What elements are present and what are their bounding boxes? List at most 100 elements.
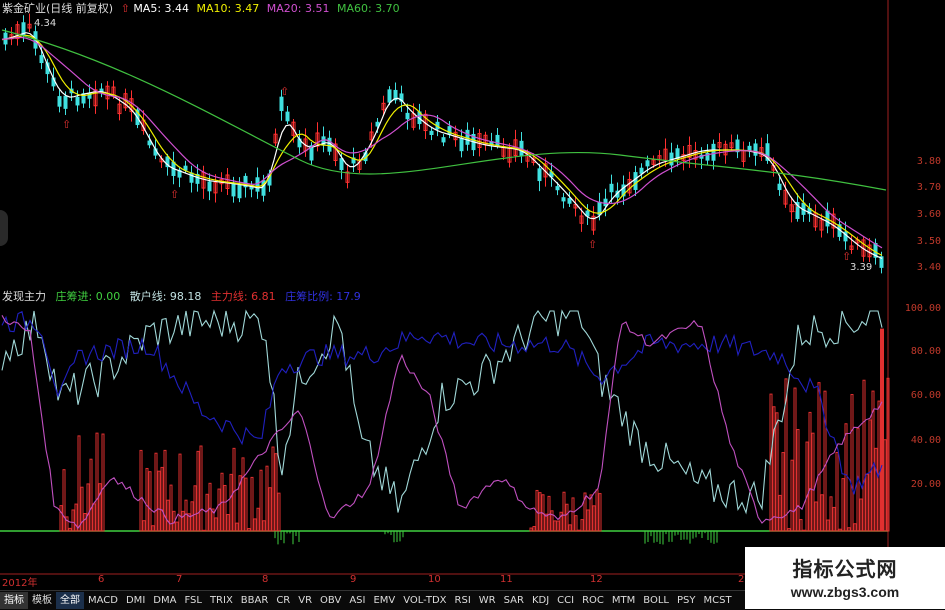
histogram-bar — [823, 390, 827, 532]
price-chart[interactable]: ⇧ ⇧ ⇧ ⇧ ⇧ ⇧ — [0, 0, 945, 285]
candle-body — [375, 121, 380, 127]
tab-indicator[interactable]: 指标 — [0, 592, 28, 609]
histogram-bar — [577, 529, 581, 532]
candle-body — [231, 182, 236, 197]
tab-fsl[interactable]: FSL — [180, 592, 206, 609]
histogram-bar — [553, 520, 557, 532]
histogram-bar — [859, 498, 863, 532]
low-price-label: 3.39 — [850, 262, 873, 273]
tab-cci[interactable]: CCI — [553, 592, 578, 609]
candle-body — [75, 96, 80, 106]
indicator-value: 散户线: 98.18 — [129, 290, 202, 303]
histogram-bar — [232, 447, 236, 532]
tab-boll[interactable]: BOLL — [639, 592, 673, 609]
arrow-up-icon: ⇧ — [120, 2, 130, 15]
tab-vr[interactable]: VR — [294, 592, 316, 609]
date-label: 10 — [428, 574, 441, 585]
tab-psy[interactable]: PSY — [673, 592, 700, 609]
watermark-title: 指标公式网 — [792, 557, 898, 581]
histogram-bar — [847, 527, 851, 532]
histogram-bar — [89, 458, 93, 532]
histogram-bar — [550, 510, 554, 532]
candle-body — [339, 158, 344, 171]
histogram-bar — [202, 529, 206, 532]
candle-body — [639, 167, 644, 174]
ma10-label: MA10: 3.47 — [196, 2, 260, 15]
tab-macd[interactable]: MACD — [84, 592, 122, 609]
ma20-label: MA20: 3.51 — [266, 2, 330, 15]
candle-body — [285, 111, 290, 122]
indicator-chart[interactable] — [0, 285, 945, 575]
histogram-bar — [98, 483, 102, 532]
histogram-bar — [880, 328, 884, 531]
indicator-tick: 80.00 — [910, 346, 941, 357]
tab-roc[interactable]: ROC — [578, 592, 608, 609]
histogram-bar — [101, 433, 105, 532]
histogram-bar — [592, 505, 596, 532]
indicator-value: 庄筹比例: 17.9 — [285, 290, 361, 303]
candle-body — [495, 134, 500, 146]
tab-obv[interactable]: OBV — [316, 592, 345, 609]
tab-cr[interactable]: CR — [272, 592, 294, 609]
candle-body — [567, 198, 572, 204]
histogram-bar — [883, 439, 887, 532]
date-label: 9 — [350, 574, 357, 585]
date-label: 12 — [590, 574, 603, 585]
histogram-bar — [95, 432, 99, 532]
histogram-bar — [565, 503, 569, 532]
histogram-bar — [778, 494, 782, 532]
indicator-header: 发现主力 庄筹进: 0.00 散户线: 98.18 主力线: 6.81 庄筹比例… — [2, 290, 361, 304]
histogram-bar — [829, 496, 833, 532]
histogram-bar — [556, 520, 560, 532]
histogram-bar — [598, 493, 602, 532]
histogram-bar — [529, 527, 533, 532]
price-tick: 3.60 — [916, 209, 941, 220]
tab-asi[interactable]: ASI — [345, 592, 369, 609]
histogram-bar — [538, 492, 542, 532]
histogram-bar — [151, 525, 155, 532]
date-label: 11 — [500, 574, 513, 585]
date-label: 6 — [98, 574, 105, 585]
histogram-bar — [256, 507, 260, 532]
histogram-bar — [589, 494, 593, 532]
histogram-bar — [92, 503, 96, 532]
histogram-bar — [160, 466, 164, 532]
candle-body — [609, 183, 614, 193]
tab-kdj[interactable]: KDJ — [528, 592, 553, 609]
price-tick: 3.80 — [916, 156, 941, 167]
date-label: 2012年 — [2, 578, 38, 589]
tab-rsi[interactable]: RSI — [451, 592, 475, 609]
candle-body — [57, 96, 62, 107]
tab-template[interactable]: 模板 — [28, 592, 56, 609]
histogram-bar — [844, 423, 848, 532]
histogram-bar — [145, 467, 149, 532]
histogram-bar — [181, 510, 185, 532]
tab-wr[interactable]: WR — [475, 592, 500, 609]
tab-dma[interactable]: DMA — [149, 592, 180, 609]
histogram-bar — [775, 412, 779, 532]
tab-mtm[interactable]: MTM — [608, 592, 639, 609]
high-price-label: 4.34 — [34, 18, 57, 29]
tab-all[interactable]: 全部 — [56, 592, 84, 609]
histogram-bar — [184, 499, 188, 532]
ma60-line — [1, 29, 887, 191]
tab-dmi[interactable]: DMI — [122, 592, 149, 609]
histogram-bar — [865, 473, 869, 532]
signal-arrow-icon: ⇧ — [280, 85, 289, 98]
histogram-bar — [65, 516, 69, 532]
histogram-bar — [274, 453, 278, 532]
tab-emv[interactable]: EMV — [369, 592, 399, 609]
sidebar-toggle-handle[interactable] — [0, 210, 8, 246]
indicator-tick: 20.00 — [910, 479, 941, 490]
tab-mcst[interactable]: MCST — [699, 592, 735, 609]
price-tick: 3.70 — [916, 182, 941, 193]
histogram-bar — [148, 471, 152, 532]
tab-trix[interactable]: TRIX — [206, 592, 237, 609]
tab-vol-tdx[interactable]: VOL-TDX — [399, 592, 450, 609]
tab-bbar[interactable]: BBAR — [237, 592, 273, 609]
tab-sar[interactable]: SAR — [500, 592, 528, 609]
candle-body — [459, 137, 464, 152]
histogram-bar — [77, 435, 81, 532]
chart-header: 紫金矿业(日线 前复权) ⇧ MA5: 3.44 MA10: 3.47 MA20… — [2, 2, 400, 16]
histogram-bar — [208, 482, 212, 532]
